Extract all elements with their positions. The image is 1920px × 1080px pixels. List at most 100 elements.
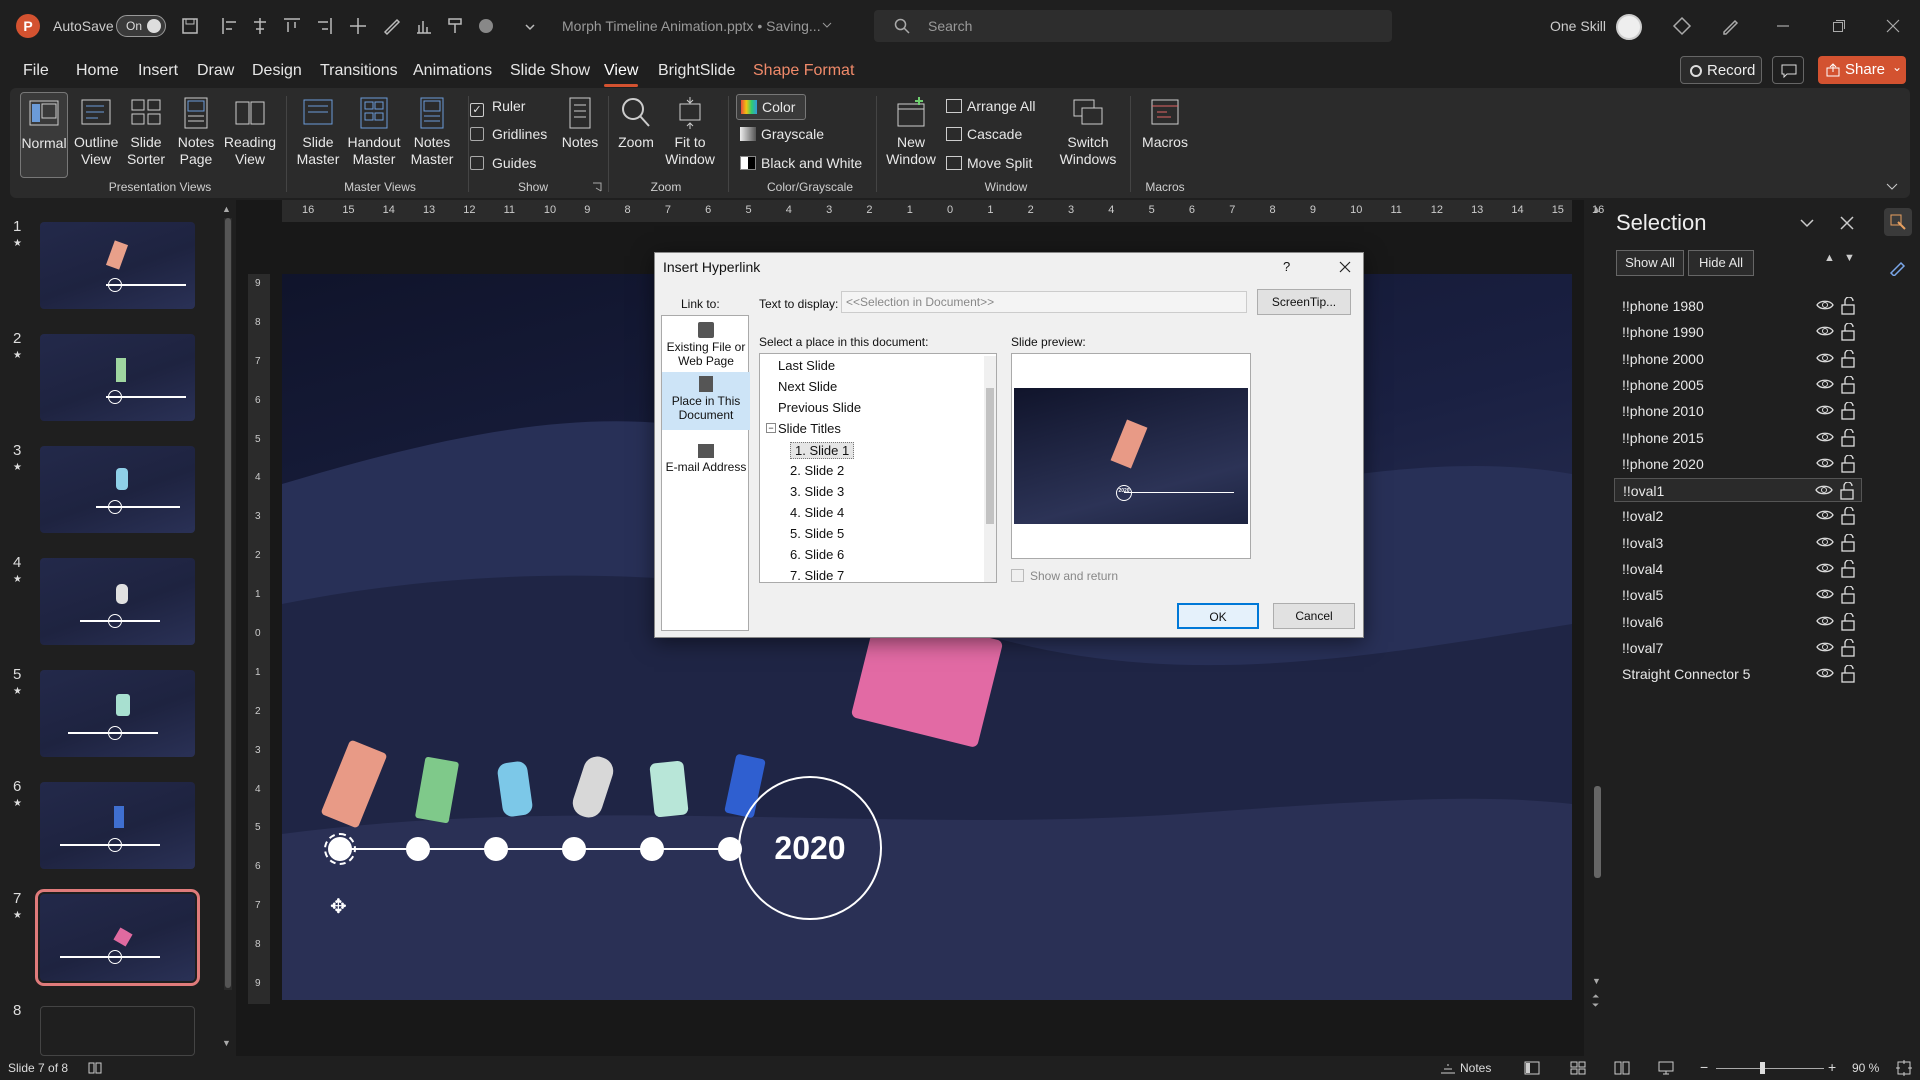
- slide-thumbnail-1[interactable]: [40, 222, 195, 309]
- selection-item[interactable]: !!phone 2020: [1614, 452, 1862, 476]
- place-list-item[interactable]: 4. Slide 4: [790, 505, 844, 520]
- edit-points-icon[interactable]: [382, 16, 402, 36]
- comments-button[interactable]: [1772, 56, 1804, 84]
- accessibility-icon[interactable]: [88, 1061, 102, 1075]
- align-top-icon[interactable]: [282, 16, 302, 36]
- chart-icon[interactable]: [414, 16, 434, 36]
- macros-button[interactable]: Macros: [1140, 96, 1190, 151]
- notes-button[interactable]: Notes: [558, 96, 602, 151]
- dialog-close-icon[interactable]: [1339, 261, 1351, 273]
- minimize-icon[interactable]: [1776, 20, 1790, 32]
- oval5[interactable]: [640, 837, 664, 861]
- visibility-eye-icon[interactable]: [1816, 298, 1834, 312]
- ok-button[interactable]: OK: [1177, 603, 1259, 629]
- slide-sorter-button[interactable]: Slide Sorter: [124, 96, 168, 168]
- scroll-up-icon[interactable]: ▲: [222, 204, 231, 214]
- reading-view-button[interactable]: Reading View: [222, 96, 278, 168]
- place-list-item[interactable]: 3. Slide 3: [790, 484, 844, 499]
- slide-thumbnail-5[interactable]: [40, 670, 195, 757]
- unlock-icon[interactable]: [1840, 454, 1856, 473]
- unlock-icon[interactable]: [1840, 560, 1856, 578]
- bring-forward-icon[interactable]: ▲: [1824, 252, 1835, 264]
- user-name[interactable]: One Skill: [1550, 18, 1606, 34]
- selection-item[interactable]: !!oval2: [1614, 504, 1862, 528]
- switch-windows-button[interactable]: Switch Windows: [1056, 96, 1120, 168]
- unlock-icon[interactable]: [1840, 507, 1856, 526]
- selection-item[interactable]: Straight Connector 5: [1614, 662, 1862, 686]
- visibility-eye-icon[interactable]: [1816, 377, 1834, 391]
- place-list-item[interactable]: 1. Slide 1: [790, 442, 855, 459]
- tab-animations[interactable]: Animations: [413, 62, 492, 80]
- autosave-toggle[interactable]: On: [116, 15, 166, 37]
- arrange-all-button[interactable]: Arrange All: [946, 98, 1035, 114]
- document-title[interactable]: Morph Timeline Animation.pptx • Saving..…: [562, 18, 821, 34]
- help-button[interactable]: ?: [1283, 259, 1290, 274]
- oval2[interactable]: [406, 837, 430, 861]
- vscroll-up-icon[interactable]: ▲: [1592, 204, 1601, 214]
- guides-checkbox[interactable]: Guides: [470, 155, 536, 171]
- cascade-button[interactable]: Cascade: [946, 126, 1022, 142]
- save-icon[interactable]: [180, 16, 200, 36]
- visibility-eye-icon[interactable]: [1816, 430, 1834, 444]
- slideshow-status-icon[interactable]: [1658, 1061, 1674, 1075]
- selection-item[interactable]: !!phone 2015: [1614, 426, 1862, 450]
- zoom-slider[interactable]: [1716, 1068, 1824, 1069]
- designer-icon[interactable]: [1888, 256, 1908, 276]
- dialog-launcher-icon[interactable]: [592, 182, 602, 192]
- place-list[interactable]: Last Slide Next Slide Previous Slide Slide …: [759, 353, 997, 583]
- unlock-icon[interactable]: [1840, 533, 1856, 552]
- oval4[interactable]: [562, 837, 586, 861]
- align-center-icon[interactable]: [250, 16, 270, 36]
- unlock-icon[interactable]: [1840, 375, 1856, 394]
- show-and-return-checkbox[interactable]: Show and return: [1011, 569, 1118, 583]
- visibility-eye-icon[interactable]: [1816, 614, 1834, 628]
- black-white-button[interactable]: Black and White: [740, 155, 862, 171]
- slide-thumbnail-4[interactable]: [40, 558, 195, 645]
- shape-fill-icon[interactable]: [476, 16, 496, 36]
- place-in-document-option[interactable]: Place in This Document: [662, 372, 750, 430]
- place-list-item[interactable]: 7. Slide 7: [790, 568, 844, 582]
- move-split-button[interactable]: Move Split: [946, 155, 1032, 171]
- visibility-eye-icon[interactable]: [1816, 561, 1834, 575]
- visibility-eye-icon[interactable]: [1816, 640, 1834, 654]
- slide-thumbnail-3[interactable]: [40, 446, 195, 533]
- tab-transitions[interactable]: Transitions: [320, 62, 398, 80]
- visibility-eye-icon[interactable]: [1816, 666, 1834, 680]
- text-to-display-input[interactable]: <<Selection in Document>>: [841, 291, 1247, 313]
- notes-toggle-button[interactable]: Notes: [1460, 1061, 1491, 1075]
- tab-view[interactable]: View: [604, 62, 639, 87]
- phone-2010-image[interactable]: [649, 760, 689, 818]
- new-window-button[interactable]: New Window: [886, 96, 936, 168]
- tab-insert[interactable]: Insert: [138, 62, 178, 80]
- slide-thumbnail-6[interactable]: [40, 782, 195, 869]
- zoom-slider-thumb[interactable]: [1760, 1062, 1765, 1074]
- zoom-in-icon[interactable]: +: [1828, 1059, 1836, 1075]
- close-icon[interactable]: [1886, 19, 1900, 33]
- oval1-selected[interactable]: [324, 833, 356, 865]
- share-button[interactable]: Share ⌄: [1818, 56, 1906, 84]
- thumbnail-scrollbar[interactable]: [224, 218, 232, 990]
- place-list-item[interactable]: Last Slide: [778, 358, 835, 373]
- handout-master-button[interactable]: Handout Master: [346, 96, 402, 168]
- selection-item[interactable]: !!oval3: [1614, 531, 1862, 555]
- reading-view-status-icon[interactable]: [1614, 1061, 1630, 1075]
- tab-slide-show[interactable]: Slide Show: [510, 62, 590, 80]
- search-box[interactable]: Search: [874, 10, 1392, 42]
- unlock-icon[interactable]: [1840, 612, 1856, 631]
- restore-icon[interactable]: [1832, 19, 1846, 33]
- visibility-eye-icon[interactable]: [1816, 508, 1834, 522]
- outline-view-button[interactable]: Outline View: [74, 96, 118, 168]
- selection-item[interactable]: !!phone 1990: [1614, 320, 1862, 344]
- distribute-icon[interactable]: [348, 16, 368, 36]
- collapse-node-icon[interactable]: −: [766, 423, 776, 433]
- place-list-item[interactable]: 6. Slide 6: [790, 547, 844, 562]
- visibility-eye-icon[interactable]: [1816, 324, 1834, 338]
- selection-item[interactable]: !!oval6: [1614, 610, 1862, 634]
- pane-options-chevron-icon[interactable]: [1800, 218, 1814, 228]
- screentip-button[interactable]: ScreenTip...: [1257, 289, 1351, 315]
- hide-all-button[interactable]: Hide All: [1688, 250, 1754, 276]
- unlock-icon[interactable]: [1840, 586, 1856, 604]
- send-backward-icon[interactable]: ▼: [1844, 252, 1855, 264]
- place-list-item[interactable]: Next Slide: [778, 379, 837, 394]
- show-all-button[interactable]: Show All: [1616, 250, 1684, 276]
